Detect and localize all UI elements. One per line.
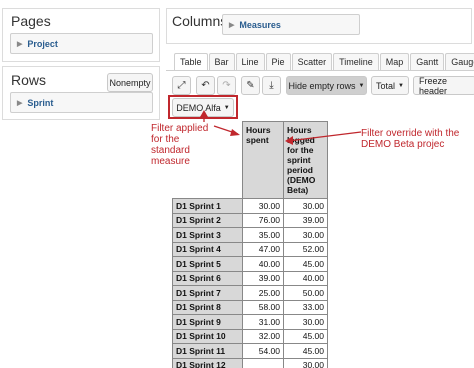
freeze-header-button[interactable]: Freeze header: [413, 76, 474, 96]
table-row: D1 Sprint 5 40.00 45.00: [172, 256, 328, 272]
hide-empty-rows-button[interactable]: Hide empty rows ▼: [286, 76, 367, 95]
download-icon[interactable]: ⤓: [262, 76, 281, 95]
tab-map[interactable]: Map: [379, 53, 410, 70]
table-row: D1 Sprint 3 35.00 30.00: [172, 227, 328, 243]
hours-spent-cell: 76.00: [242, 212, 284, 228]
hours-logged-cell: 33.00: [283, 299, 328, 315]
tab-gauge[interactable]: Gauge: [445, 53, 474, 70]
chevron-right-icon: ▶: [17, 99, 23, 107]
total-label: Total: [376, 80, 396, 91]
row-header[interactable]: D1 Sprint 6: [172, 270, 243, 286]
chevron-down-icon: ▼: [223, 104, 230, 111]
annotation-right: Filter override with the DEMO Beta proje…: [361, 128, 460, 150]
chevron-down-icon: ▼: [398, 82, 404, 89]
hours-spent-cell: 35.00: [242, 227, 284, 243]
table-row: D1 Sprint 2 76.00 39.00: [172, 212, 328, 228]
table-row: D1 Sprint 4 47.00 52.00: [172, 241, 328, 257]
hours-spent-header[interactable]: Hours spent: [242, 121, 284, 199]
row-header[interactable]: D1 Sprint 7: [172, 285, 243, 301]
view-tabs: Table Bar Line Pie Scatter Timeline Map …: [174, 53, 474, 70]
total-button[interactable]: Total ▼: [371, 76, 409, 95]
pages-title: Pages: [11, 13, 51, 29]
table-row: D1 Sprint 8 58.00 33.00: [172, 299, 328, 315]
hours-spent-cell: 32.00: [242, 328, 284, 344]
hours-logged-cell: 50.00: [283, 285, 328, 301]
table-row: D1 Sprint 10 32.00 45.00: [172, 328, 328, 344]
row-header[interactable]: D1 Sprint 3: [172, 227, 243, 243]
hours-logged-cell: 52.00: [283, 241, 328, 257]
table-row: D1 Sprint 6 39.00 40.00: [172, 270, 328, 286]
redo-icon[interactable]: ↷: [217, 76, 236, 95]
undo-icon[interactable]: ↶: [196, 76, 215, 95]
comment-icon[interactable]: ✎: [241, 76, 260, 95]
columns-title: Columns: [172, 13, 228, 29]
hours-spent-cell: 54.00: [242, 343, 284, 359]
filter-label: DEMO Alfa: [176, 102, 221, 113]
hours-spent-cell: 31.00: [242, 314, 284, 330]
table-row: D1 Sprint 9 31.00 30.00: [172, 314, 328, 330]
hours-logged-cell: 30.00: [283, 357, 328, 368]
rows-title: Rows: [11, 72, 47, 88]
hours-spent-cell: 39.00: [242, 270, 284, 286]
project-dimension[interactable]: ▶ Project: [10, 33, 153, 54]
row-header[interactable]: D1 Sprint 5: [172, 256, 243, 272]
chevron-right-icon: ▶: [229, 21, 235, 29]
hours-logged-cell: 45.00: [283, 343, 328, 359]
row-header[interactable]: D1 Sprint 11: [172, 343, 243, 359]
tab-scatter[interactable]: Scatter: [291, 53, 333, 70]
hours-logged-cell: 45.00: [283, 328, 328, 344]
annotation-left: Filter applied for the standard measure: [151, 123, 209, 167]
tab-line[interactable]: Line: [235, 53, 265, 70]
hours-logged-cell: 30.00: [283, 227, 328, 243]
row-header[interactable]: D1 Sprint 12: [172, 357, 243, 368]
row-header[interactable]: D1 Sprint 1: [172, 198, 243, 214]
tabs-divider: [166, 70, 474, 71]
tab-gantt[interactable]: Gantt: [410, 53, 445, 70]
table-row: D1 Sprint 12 30.00: [172, 357, 328, 368]
table-row: D1 Sprint 1 30.00 30.00: [172, 198, 328, 214]
chevron-right-icon: ▶: [17, 40, 23, 48]
hours-spent-cell: 40.00: [242, 256, 284, 272]
measures-label: Measures: [239, 19, 281, 30]
project-filter-dropdown[interactable]: DEMO Alfa ▼: [172, 98, 234, 117]
hours-logged-cell: 39.00: [283, 212, 328, 228]
hours-spent-cell: 58.00: [242, 299, 284, 315]
table-row: D1 Sprint 7 25.00 50.00: [172, 285, 328, 301]
row-header[interactable]: D1 Sprint 2: [172, 212, 243, 228]
tab-bar[interactable]: Bar: [208, 53, 235, 70]
sprint-label: Sprint: [27, 97, 54, 108]
tab-timeline[interactable]: Timeline: [333, 53, 379, 70]
hours-spent-cell: 47.00: [242, 241, 284, 257]
measures-dimension[interactable]: ▶ Measures: [222, 14, 360, 35]
hours-spent-cell: [242, 357, 284, 368]
hours-spent-cell: 25.00: [242, 285, 284, 301]
project-label: Project: [27, 38, 58, 49]
row-header[interactable]: D1 Sprint 10: [172, 328, 243, 344]
fullscreen-icon[interactable]: ⤢: [172, 76, 191, 95]
row-header[interactable]: D1 Sprint 8: [172, 299, 243, 315]
hide-empty-rows-label: Hide empty rows: [288, 80, 356, 91]
row-header[interactable]: D1 Sprint 9: [172, 314, 243, 330]
hours-logged-cell: 30.00: [283, 198, 328, 214]
sprint-dimension[interactable]: ▶ Sprint: [10, 92, 153, 113]
row-header[interactable]: D1 Sprint 4: [172, 241, 243, 257]
hours-spent-cell: 30.00: [242, 198, 284, 214]
table-row: D1 Sprint 11 54.00 45.00: [172, 343, 328, 359]
hours-logged-cell: 40.00: [283, 270, 328, 286]
hours-logged-cell: 45.00: [283, 256, 328, 272]
hours-logged-cell: 30.00: [283, 314, 328, 330]
hours-logged-header[interactable]: Hours logged for the sprint period (DEMO…: [283, 121, 328, 199]
nonempty-button[interactable]: Nonempty: [107, 73, 153, 92]
chevron-down-icon: ▼: [358, 82, 365, 89]
tab-table[interactable]: Table: [174, 53, 208, 70]
tab-pie[interactable]: Pie: [265, 53, 291, 70]
